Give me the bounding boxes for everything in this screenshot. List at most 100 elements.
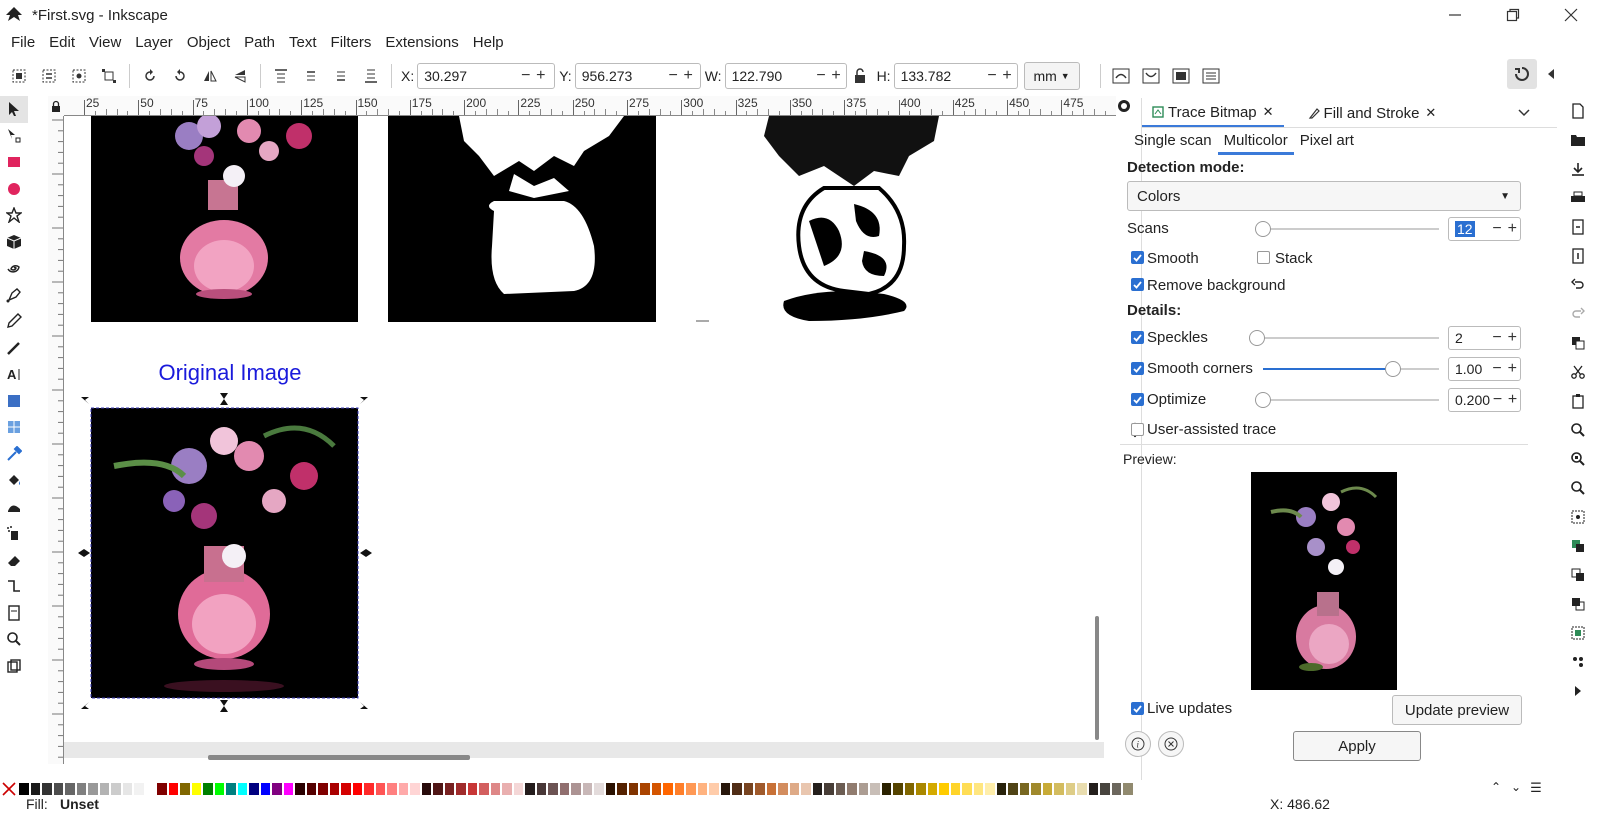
redo-button[interactable] xyxy=(1556,299,1600,328)
color-swatch[interactable] xyxy=(777,782,789,796)
color-swatch[interactable] xyxy=(501,782,513,796)
color-swatch[interactable] xyxy=(305,782,317,796)
speckles-value[interactable]: 2 xyxy=(1449,330,1489,346)
raise-to-top-button[interactable] xyxy=(266,62,296,90)
close-window-button[interactable] xyxy=(1542,0,1600,30)
tweak-tool[interactable] xyxy=(0,494,28,521)
color-swatch[interactable] xyxy=(685,782,697,796)
color-swatch[interactable] xyxy=(190,782,202,796)
unlink-clone-button[interactable] xyxy=(1556,589,1600,618)
scans-increment-button[interactable]: + xyxy=(1505,220,1520,238)
speckles-slider-knob[interactable] xyxy=(1249,330,1265,346)
select-all-button[interactable] xyxy=(4,62,34,90)
smooth-corners-slider-knob[interactable] xyxy=(1385,361,1402,377)
color-swatch[interactable] xyxy=(800,782,812,796)
eraser-tool[interactable] xyxy=(0,547,28,574)
color-swatch[interactable] xyxy=(75,782,87,796)
menu-extensions[interactable]: Extensions xyxy=(378,30,465,56)
drawing-canvas[interactable]: Original Image xyxy=(64,116,1116,760)
color-swatch[interactable] xyxy=(294,782,306,796)
zoom-page-button[interactable] xyxy=(1556,473,1600,502)
scans-spinbox[interactable]: 12 − + xyxy=(1448,217,1521,241)
color-swatch[interactable] xyxy=(259,782,271,796)
color-swatch[interactable] xyxy=(926,782,938,796)
color-swatch[interactable] xyxy=(144,782,156,796)
color-swatch[interactable] xyxy=(972,782,984,796)
smooth-checkbox[interactable] xyxy=(1131,251,1144,264)
stack-checkbox[interactable] xyxy=(1257,251,1270,264)
y-decrement-button[interactable]: − xyxy=(666,64,681,88)
move-patterns-button[interactable] xyxy=(1196,62,1226,90)
color-swatch[interactable] xyxy=(271,782,283,796)
menu-filters[interactable]: Filters xyxy=(324,30,379,56)
optimize-slider-knob[interactable] xyxy=(1255,392,1271,408)
menu-text[interactable]: Text xyxy=(282,30,324,56)
user-assisted-trace-checkbox[interactable] xyxy=(1131,423,1144,436)
color-swatch[interactable] xyxy=(593,782,605,796)
scans-decrement-button[interactable]: − xyxy=(1489,220,1504,238)
color-swatch[interactable] xyxy=(1041,782,1053,796)
color-swatch[interactable] xyxy=(512,782,524,796)
text-tool[interactable]: A xyxy=(0,361,28,388)
tab-trace-bitmap[interactable]: Trace Bitmap ✕ xyxy=(1142,99,1284,127)
3d-box-tool[interactable] xyxy=(0,229,28,256)
color-swatch[interactable] xyxy=(662,782,674,796)
smooth-label[interactable]: Smooth xyxy=(1147,250,1199,267)
rectangle-tool[interactable] xyxy=(0,149,28,176)
color-swatch[interactable] xyxy=(616,782,628,796)
original-image-label[interactable]: Original Image xyxy=(130,360,330,386)
palette-menu-icon[interactable]: ☰ xyxy=(1526,780,1546,796)
tab-pixel-art[interactable]: Pixel art xyxy=(1294,130,1360,155)
paint-bucket-tool[interactable] xyxy=(0,467,28,494)
color-swatch[interactable] xyxy=(156,782,168,796)
rotate-cw-button[interactable] xyxy=(165,62,195,90)
color-swatch[interactable] xyxy=(133,782,145,796)
color-swatch[interactable] xyxy=(41,782,53,796)
color-swatch[interactable] xyxy=(87,782,99,796)
color-swatch[interactable] xyxy=(409,782,421,796)
color-swatch[interactable] xyxy=(489,782,501,796)
color-swatch[interactable] xyxy=(397,782,409,796)
optimize-checkbox[interactable] xyxy=(1131,393,1144,406)
speckles-label[interactable]: Speckles xyxy=(1147,329,1208,346)
h-spinbox[interactable]: 133.782 − + xyxy=(893,63,1018,89)
measure-tool[interactable] xyxy=(0,653,28,680)
color-swatch[interactable] xyxy=(938,782,950,796)
menu-file[interactable]: File xyxy=(4,30,42,56)
color-swatch[interactable] xyxy=(202,782,214,796)
color-swatch[interactable] xyxy=(892,782,904,796)
deselect-button[interactable] xyxy=(64,62,94,90)
color-swatch[interactable] xyxy=(558,782,570,796)
x-spinbox[interactable]: 30.297 − + xyxy=(417,63,556,89)
color-swatch[interactable] xyxy=(29,782,41,796)
color-swatch[interactable] xyxy=(754,782,766,796)
color-swatch[interactable] xyxy=(846,782,858,796)
tab-single-scan[interactable]: Single scan xyxy=(1128,130,1218,155)
vertical-ruler[interactable] xyxy=(48,116,64,764)
color-swatch[interactable] xyxy=(604,782,616,796)
smooth-corners-decrement-button[interactable]: − xyxy=(1489,360,1504,378)
optimize-slider-track[interactable] xyxy=(1263,399,1439,401)
select-all-layers-button[interactable] xyxy=(34,62,64,90)
restore-button[interactable] xyxy=(1484,0,1542,30)
color-swatch[interactable] xyxy=(282,782,294,796)
trace-result-single-scan[interactable] xyxy=(388,116,656,322)
color-swatch[interactable] xyxy=(121,782,133,796)
scans-slider-track[interactable] xyxy=(1263,228,1439,230)
vertical-scrollbar[interactable] xyxy=(1095,616,1099,740)
menu-help[interactable]: Help xyxy=(466,30,511,56)
color-swatch[interactable] xyxy=(570,782,582,796)
paste-button[interactable] xyxy=(1556,386,1600,415)
color-swatch[interactable] xyxy=(547,782,559,796)
save-button[interactable] xyxy=(1556,154,1600,183)
optimize-label[interactable]: Optimize xyxy=(1147,391,1206,408)
optimize-increment-button[interactable]: + xyxy=(1505,391,1520,409)
color-swatch[interactable] xyxy=(880,782,892,796)
snap-options-button[interactable] xyxy=(1538,59,1564,89)
color-swatch[interactable] xyxy=(179,782,191,796)
no-paint-swatch[interactable] xyxy=(2,782,16,796)
color-swatch[interactable] xyxy=(696,782,708,796)
color-swatch[interactable] xyxy=(386,782,398,796)
zoom-drawing-button[interactable] xyxy=(1556,444,1600,473)
flip-vertical-button[interactable] xyxy=(225,62,255,90)
